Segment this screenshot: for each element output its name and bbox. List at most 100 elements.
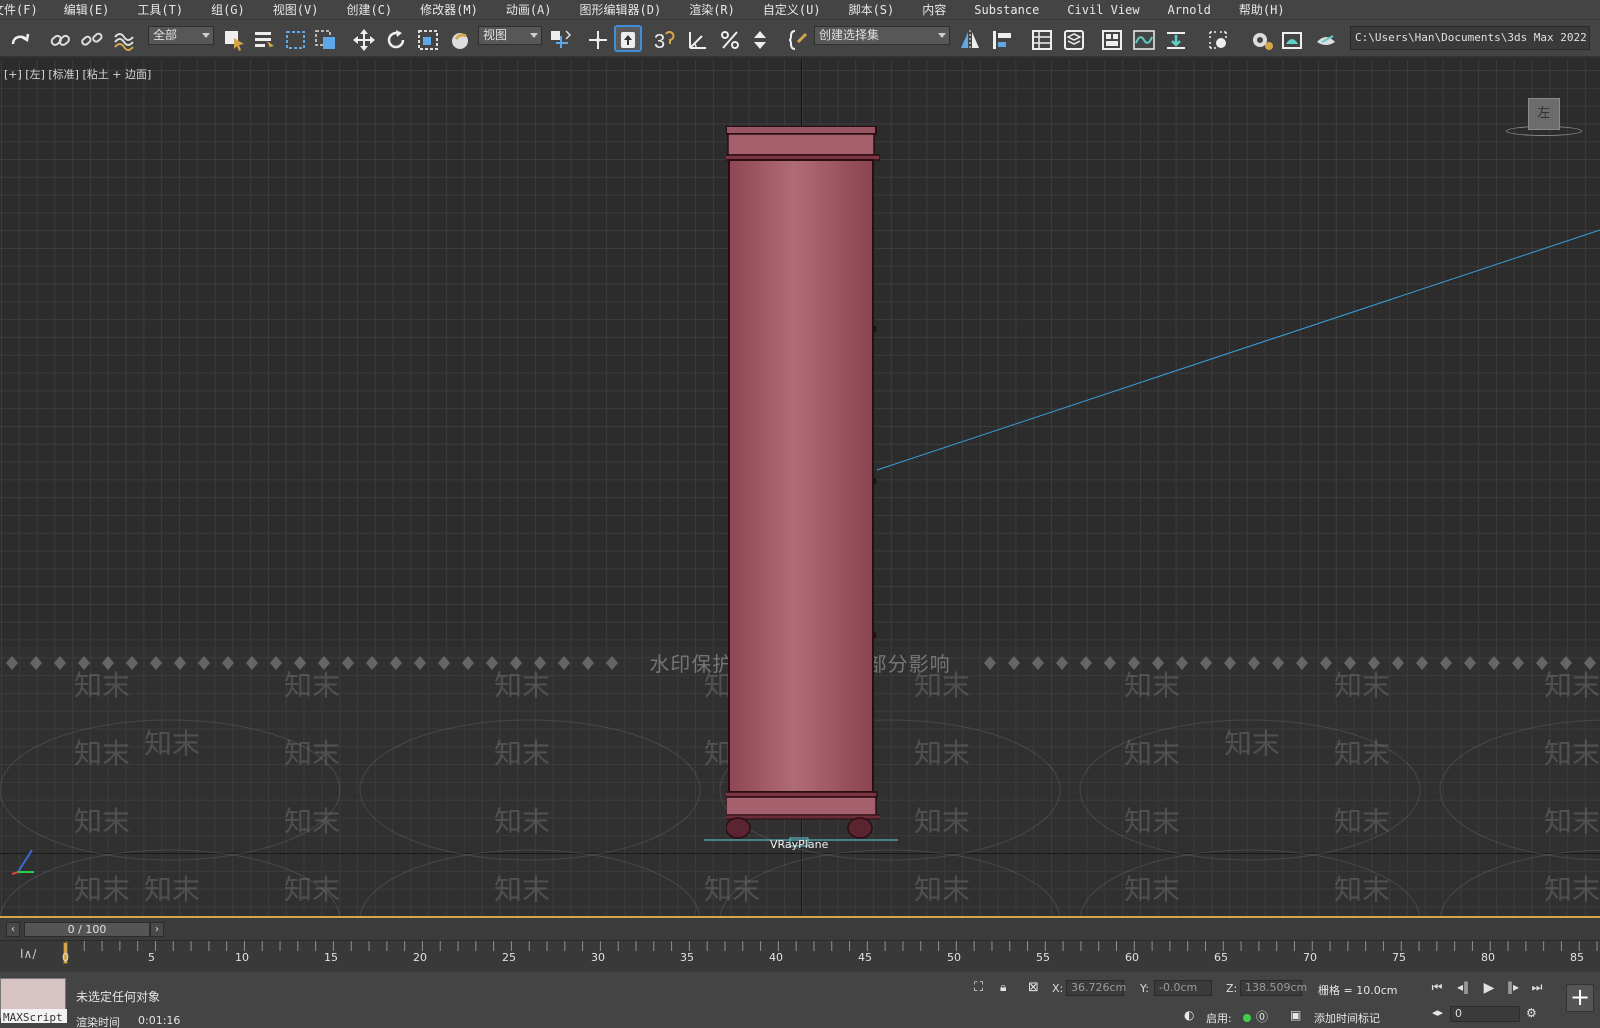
redo-icon[interactable]	[8, 28, 32, 52]
link-icon[interactable]	[48, 28, 72, 52]
align-icon[interactable]	[990, 28, 1014, 52]
menu-customize[interactable]: 自定义(U)	[763, 1, 821, 18]
window-crossing-icon[interactable]	[314, 28, 338, 52]
place-icon[interactable]	[448, 28, 472, 52]
go-to-end-icon[interactable]: ⏭	[1528, 980, 1546, 996]
viewport-navigation-icon[interactable]: +	[1566, 984, 1594, 1012]
toggle-ribbon-icon[interactable]	[1100, 28, 1124, 52]
render-time-label: 渲染时间	[76, 1016, 120, 1028]
percent-snap-icon[interactable]	[718, 28, 742, 52]
key-mode-icon[interactable]: ◂▸	[1432, 1006, 1443, 1019]
time-configuration-icon[interactable]: ⚙	[1526, 1006, 1537, 1020]
enable-label: 启用:	[1206, 1012, 1232, 1025]
select-object-icon[interactable]	[222, 28, 246, 52]
project-path-field[interactable]: C:\Users\Han\Documents\3ds Max 2022	[1350, 26, 1590, 50]
material-editor-icon[interactable]	[1206, 28, 1230, 52]
menu-file[interactable]: 文件(F)	[0, 1, 38, 18]
menu-arnold[interactable]: Arnold	[1168, 3, 1211, 17]
pivot-center-icon[interactable]	[548, 28, 572, 52]
maxscript-listener[interactable]: MAXScript 迷	[0, 978, 67, 1023]
rendered-frame-window-icon[interactable]	[1280, 28, 1304, 52]
menu-scripting[interactable]: 脚本(S)	[849, 1, 895, 18]
menu-group[interactable]: 组(G)	[211, 1, 245, 18]
bind-space-warp-icon[interactable]	[112, 28, 136, 52]
track-bar[interactable]: I∧∕ 0 5 10 15 20 25 30 35 40 45 50 55 60…	[0, 940, 1600, 972]
render-production-icon[interactable]	[1314, 28, 1338, 52]
absolute-mode-icon[interactable]: ⊠	[1028, 980, 1039, 995]
tick-label: 35	[680, 951, 694, 964]
lock-selection-icon[interactable]: 🔒︎	[1000, 980, 1006, 995]
track-bar-ticks	[66, 941, 1600, 951]
previous-frame-icon[interactable]: ◂‖	[1454, 980, 1472, 996]
menu-graph-editors[interactable]: 图形编辑器(D)	[580, 1, 662, 18]
menu-rendering[interactable]: 渲染(R)	[689, 1, 735, 18]
main-toolbar: 全部 视图 3 创建选择集 C:\Users\Han\Documents\3ds…	[0, 20, 1600, 58]
time-slider[interactable]: 0 / 100	[24, 922, 150, 937]
curve-editor-icon[interactable]	[1132, 28, 1156, 52]
time-config-icon[interactable]: ⓪	[1256, 1008, 1268, 1025]
edit-named-selection-icon[interactable]	[786, 28, 810, 52]
menu-views[interactable]: 视图(V)	[273, 1, 319, 18]
mini-curve-editor-icon[interactable]: I∧∕	[20, 947, 36, 961]
add-time-tag-icon[interactable]: ▣	[1290, 1008, 1301, 1022]
schematic-view-icon[interactable]	[1164, 28, 1188, 52]
menu-edit[interactable]: 编辑(E)	[64, 1, 110, 18]
tick-label: 20	[413, 951, 427, 964]
spinner-snap-icon[interactable]	[748, 28, 772, 52]
select-by-name-icon[interactable]	[252, 28, 276, 52]
time-prev-icon[interactable]: ‹	[6, 922, 20, 937]
wardrobe-cabinet[interactable]	[726, 126, 880, 906]
viewcube[interactable]: 左	[1528, 98, 1560, 130]
scale-icon[interactable]	[416, 28, 440, 52]
tick-label: 75	[1392, 951, 1406, 964]
rectangular-selection-icon[interactable]	[284, 28, 308, 52]
x-coordinate-field[interactable]: 36.726cm	[1066, 980, 1126, 996]
selection-filter-dropdown[interactable]: 全部	[148, 26, 214, 45]
toggle-scene-explorer-icon[interactable]	[1030, 28, 1054, 52]
time-next-icon[interactable]: ›	[150, 922, 164, 937]
tick-label: 55	[1036, 951, 1050, 964]
menu-tools[interactable]: 工具(T)	[137, 1, 183, 18]
play-icon[interactable]: ▶	[1480, 980, 1498, 996]
menu-substance[interactable]: Substance	[974, 3, 1039, 17]
toggle-layer-explorer-icon[interactable]	[1062, 28, 1086, 52]
vray-plane-label: VRayPlane	[770, 838, 829, 851]
snaps-toggle-icon[interactable]: 3	[652, 28, 676, 53]
mirror-icon[interactable]	[958, 28, 982, 52]
menu-modifiers[interactable]: 修改器(M)	[420, 1, 478, 18]
rotate-icon[interactable]	[384, 28, 408, 52]
current-frame-field[interactable]: 0	[1450, 1006, 1520, 1022]
tick-label: 10	[235, 951, 249, 964]
add-time-tag-label[interactable]: 添加时间标记	[1314, 1010, 1380, 1026]
menu-civil-view[interactable]: Civil View	[1067, 3, 1139, 17]
select-manipulate-icon[interactable]	[586, 28, 610, 52]
render-setup-icon[interactable]	[1250, 28, 1274, 52]
tick-label: 15	[324, 951, 338, 964]
z-coordinate-field[interactable]: 138.509cm	[1240, 980, 1307, 996]
named-selection-sets-dropdown[interactable]: 创建选择集	[814, 26, 950, 45]
tick-label: 80	[1481, 951, 1495, 964]
menu-animation[interactable]: 动画(A)	[506, 1, 552, 18]
menu-bar: 文件(F) 编辑(E) 工具(T) 组(G) 视图(V) 创建(C) 修改器(M…	[0, 0, 1600, 20]
tick-label: 0	[62, 951, 69, 964]
menu-help[interactable]: 帮助(H)	[1239, 1, 1285, 18]
adaptive-degradation-icon[interactable]: ◐	[1184, 1008, 1194, 1022]
enable-status-dot	[1243, 1014, 1251, 1022]
viewport-left[interactable]: [+] [左] [标准] [粘土 + 边面] 水印保护区 画质会受到部分影响 知…	[0, 60, 1600, 918]
isolate-selection-icon[interactable]: ⛶	[974, 980, 983, 995]
tick-label: 5	[148, 951, 155, 964]
maxscript-label: MAXScript 迷	[1, 1009, 67, 1023]
menu-create[interactable]: 创建(C)	[346, 1, 392, 18]
go-to-start-icon[interactable]: ⏮	[1428, 980, 1446, 996]
unlink-icon[interactable]	[80, 28, 104, 52]
move-icon[interactable]	[352, 28, 376, 52]
axis-gizmo-icon	[11, 849, 34, 875]
y-coordinate-field[interactable]: -0.0cm	[1154, 980, 1212, 996]
menu-content[interactable]: 内容	[922, 1, 946, 18]
next-frame-icon[interactable]: ‖▸	[1504, 980, 1522, 996]
tick-label: 65	[1214, 951, 1228, 964]
z-label: Z:	[1226, 982, 1238, 995]
tick-label: 60	[1125, 951, 1139, 964]
reference-coordinate-dropdown[interactable]: 视图	[478, 26, 542, 45]
angle-snap-icon[interactable]	[686, 28, 710, 52]
